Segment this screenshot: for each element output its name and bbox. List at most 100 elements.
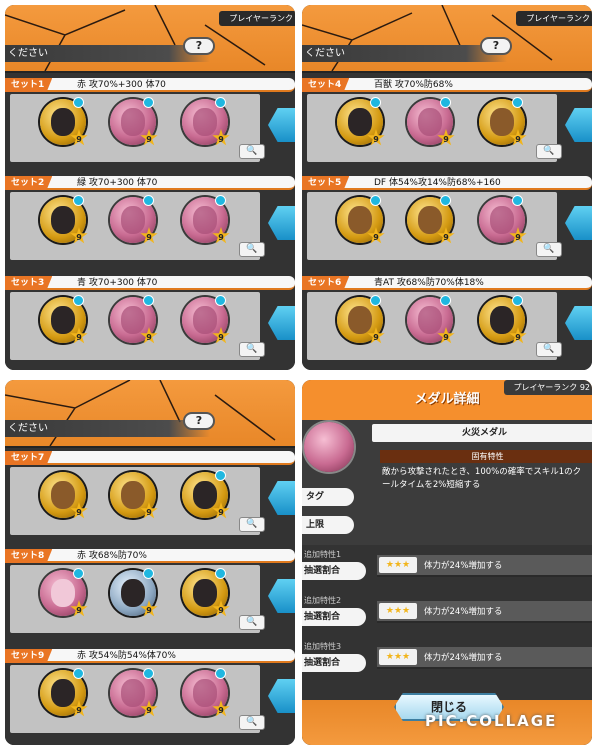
medal-set-panel-1: プレイヤーランク ください ? セット1 赤 攻70%+300 体70 9 9 9…	[5, 5, 295, 370]
equip-set-button[interactable]	[268, 579, 295, 613]
set-medal-slots: 9 9 9 🔍	[10, 292, 265, 360]
search-icon[interactable]: 🔍	[536, 242, 562, 257]
set-description: 赤 攻54%防54%体70%	[77, 651, 176, 661]
lock-icon	[143, 295, 154, 306]
character-portrait	[121, 108, 145, 136]
rarity-stars-icon: ★★★	[379, 557, 417, 573]
level-star-icon: 9	[437, 129, 455, 146]
medal-slot[interactable]: 9	[337, 295, 385, 344]
set-description: DF 体54%攻14%防68%+160	[374, 178, 501, 188]
character-portrait	[121, 481, 145, 509]
search-icon[interactable]: 🔍	[239, 242, 265, 257]
level-star-icon: 9	[509, 227, 527, 244]
level-star-icon: 9	[140, 129, 158, 146]
medal-slot[interactable]: 9	[110, 568, 158, 617]
draw-rate-button[interactable]: 抽選割合	[302, 608, 366, 626]
medal-slot[interactable]: 9	[110, 195, 158, 244]
level-star-icon: 9	[140, 327, 158, 344]
search-icon[interactable]: 🔍	[536, 342, 562, 357]
equip-set-button[interactable]	[268, 108, 295, 142]
medal-slot[interactable]: 9	[40, 195, 88, 244]
search-icon[interactable]: 🔍	[536, 144, 562, 159]
equip-set-button[interactable]	[268, 481, 295, 515]
level-star-icon: 9	[367, 327, 385, 344]
medal-slot[interactable]: 9	[337, 97, 385, 146]
draw-rate-button[interactable]: 抽選割合	[302, 562, 366, 580]
lock-icon	[215, 568, 226, 579]
equip-set-button[interactable]	[565, 306, 592, 340]
medal-slot[interactable]: 9	[182, 568, 230, 617]
set-tag: セット7	[5, 451, 53, 465]
medal-slot[interactable]: 9	[110, 97, 158, 146]
draw-rate-button[interactable]: 抽選割合	[302, 654, 366, 672]
set-header: セット9 赤 攻54%防54%体70%	[5, 649, 295, 663]
set-header: セット1 赤 攻70%+300 体70	[5, 78, 295, 92]
medal-slot[interactable]: 9	[479, 295, 527, 344]
help-button[interactable]: ?	[183, 412, 215, 430]
medal-slot[interactable]: 9	[182, 97, 230, 146]
help-button[interactable]: ?	[480, 37, 512, 55]
search-icon[interactable]: 🔍	[239, 517, 265, 532]
level-star-icon: 9	[509, 129, 527, 146]
help-button[interactable]: ?	[183, 37, 215, 55]
lock-icon	[215, 97, 226, 108]
medal-slot[interactable]: 9	[110, 472, 158, 519]
character-portrait	[121, 206, 145, 234]
set-header: セット6 青AT 攻68%防70%体18%	[302, 276, 592, 290]
character-portrait	[490, 206, 514, 234]
medal-slot[interactable]: 9	[40, 668, 88, 717]
medal-slot[interactable]: 9	[182, 195, 230, 244]
medal-slot[interactable]: 9	[479, 97, 527, 146]
medal-slot[interactable]: 9	[40, 97, 88, 146]
set-header: セット7	[5, 451, 295, 465]
set-tag: セット8	[5, 549, 53, 563]
set-tag: セット5	[302, 176, 350, 190]
set-header: セット2 緑 攻70+300 体70	[5, 176, 295, 190]
medal-slot[interactable]: 9	[110, 295, 158, 344]
medal-set-panel-3: ください ? セット7 9 9 9 🔍 セット8 赤 攻68%防70% 9 9 9…	[5, 380, 295, 745]
search-icon[interactable]: 🔍	[239, 615, 265, 630]
medal-slot[interactable]: 9	[110, 668, 158, 717]
character-portrait	[51, 679, 75, 707]
level-star-icon: 9	[212, 129, 230, 146]
lock-icon	[215, 195, 226, 206]
search-icon[interactable]: 🔍	[239, 342, 265, 357]
medal-slot[interactable]: 9	[407, 295, 455, 344]
search-icon[interactable]: 🔍	[239, 715, 265, 730]
medal-slot[interactable]: 9	[40, 295, 88, 344]
level-star-icon: 9	[367, 129, 385, 146]
equip-set-button[interactable]	[565, 108, 592, 142]
header-area: プレイヤーランク ください ?	[5, 5, 295, 71]
medal-slot[interactable]: 9	[407, 195, 455, 244]
medal-slot[interactable]: 9	[182, 295, 230, 344]
character-portrait	[418, 306, 442, 334]
character-portrait	[51, 206, 75, 234]
medal-slot[interactable]: 9	[337, 195, 385, 244]
level-star-icon: 9	[70, 129, 88, 146]
extra-trait-label: 追加特性1	[304, 550, 342, 559]
set-card-6: セット6 青AT 攻68%防70%体18% 9 9 9 🔍	[302, 271, 592, 366]
lock-icon	[512, 295, 523, 306]
character-portrait	[51, 579, 75, 607]
character-portrait	[418, 108, 442, 136]
character-portrait	[193, 579, 217, 607]
medal-slot[interactable]: 9	[40, 472, 88, 519]
medal-slot[interactable]: 9	[407, 97, 455, 146]
equip-set-button[interactable]	[268, 306, 295, 340]
medal-slot[interactable]: 9	[479, 195, 527, 244]
medal-slot[interactable]: 9	[40, 568, 88, 617]
set-medal-slots: 9 9 9 🔍	[307, 292, 562, 360]
header-area: プレイヤーランク ください ?	[302, 5, 592, 71]
trait-header: 固有特性	[380, 450, 592, 463]
lock-icon	[73, 668, 84, 679]
medal-slot[interactable]: 9	[182, 470, 230, 519]
medal-slot[interactable]: 9	[182, 668, 230, 717]
equip-set-button[interactable]	[565, 206, 592, 240]
tag-button[interactable]: タグ	[302, 488, 354, 506]
set-medal-slots: 9 9 9 🔍	[10, 565, 265, 633]
search-icon[interactable]: 🔍	[239, 144, 265, 159]
equip-set-button[interactable]	[268, 679, 295, 713]
help-message: ください	[5, 45, 210, 62]
limit-button[interactable]: 上限	[302, 516, 354, 534]
equip-set-button[interactable]	[268, 206, 295, 240]
